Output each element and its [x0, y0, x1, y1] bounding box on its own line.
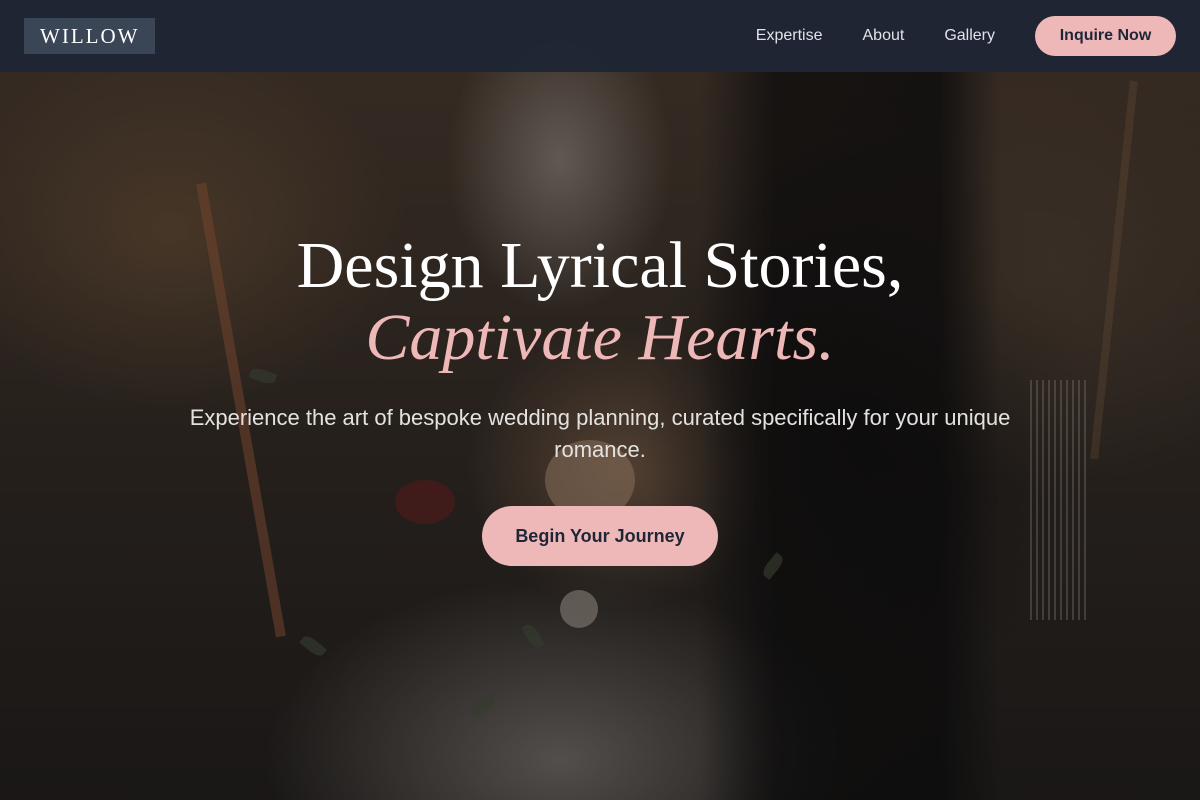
headline-line-1: Design Lyrical Stories, — [296, 229, 904, 302]
nav-link-about[interactable]: About — [863, 27, 905, 45]
hero-section: Design Lyrical Stories, Captivate Hearts… — [0, 230, 1200, 566]
hero-headline: Design Lyrical Stories, Captivate Hearts… — [0, 230, 1200, 374]
top-navigation: WILLOW Expertise About Gallery Inquire N… — [0, 0, 1200, 72]
nav-menu: Expertise About Gallery Inquire Now — [716, 16, 1176, 56]
hero-subtitle: Experience the art of bespoke wedding pl… — [189, 405, 1011, 462]
headline-line-2: Captivate Hearts. — [365, 301, 835, 374]
nav-link-gallery[interactable]: Gallery — [944, 27, 995, 45]
nav-link-expertise[interactable]: Expertise — [756, 27, 823, 45]
begin-journey-button[interactable]: Begin Your Journey — [482, 506, 718, 566]
brand-logo[interactable]: WILLOW — [24, 18, 156, 54]
inquire-now-button[interactable]: Inquire Now — [1035, 16, 1176, 56]
